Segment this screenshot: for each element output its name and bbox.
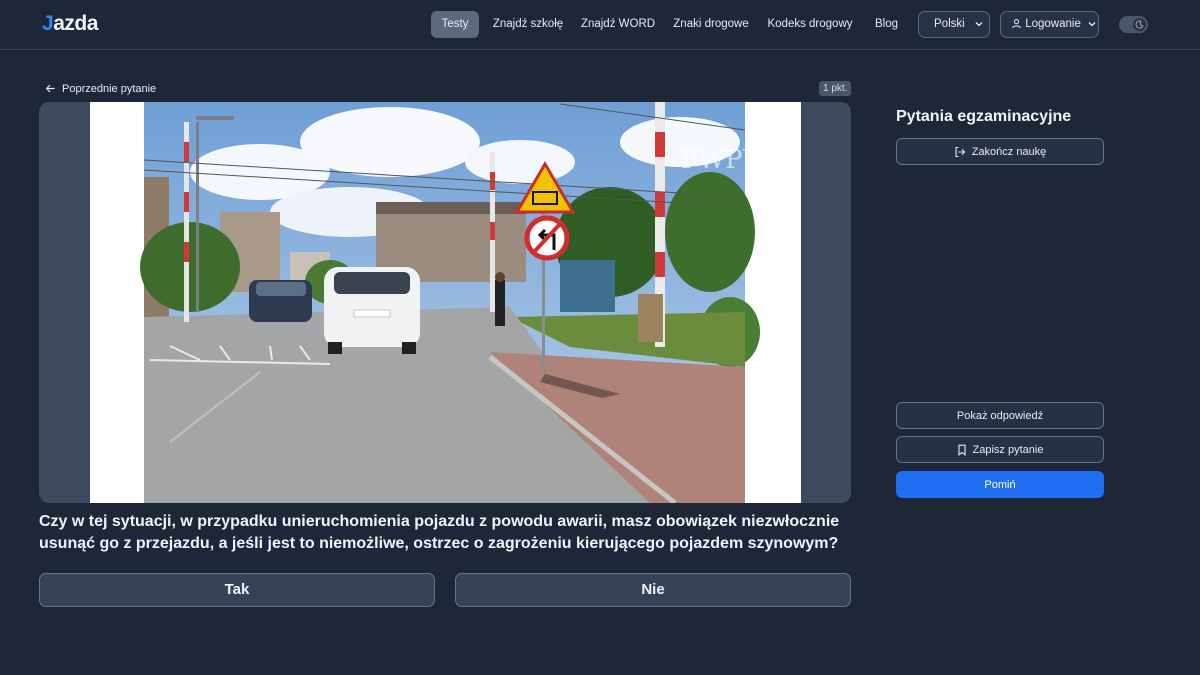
answer-tak-button[interactable]: Tak: [39, 573, 435, 607]
skip-button[interactable]: Pomiń: [896, 471, 1104, 498]
jazda-logo[interactable]: Jazda: [42, 12, 98, 36]
nav-item-znajdz-word[interactable]: Znajdź WORD: [580, 11, 656, 38]
login-label: Logowanie: [1025, 18, 1081, 30]
nav-item-testy[interactable]: Testy: [431, 11, 479, 38]
previous-question-label: Poprzednie pytanie: [62, 82, 157, 95]
show-answer-button[interactable]: Pokaż odpowiedź: [896, 402, 1104, 429]
logout-icon: [955, 146, 965, 157]
chevron-down-icon: [1088, 22, 1096, 27]
railway-crossing-photo: PWPW: [140, 102, 770, 503]
end-learning-label: Zakończ naukę: [971, 145, 1047, 158]
sidebar-title: Pytania egzaminacyjne: [896, 108, 1072, 125]
show-answer-label: Pokaż odpowiedź: [956, 409, 1044, 422]
user-icon: [1012, 19, 1021, 29]
bookmark-icon: [957, 444, 966, 456]
theme-toggle[interactable]: [1119, 16, 1148, 33]
question-text: Czy w tej sytuacji, w przypadku unieruch…: [39, 513, 840, 552]
language-dropdown[interactable]: Polski: [918, 11, 990, 38]
previous-question-link[interactable]: Poprzednie pytanie: [45, 81, 156, 96]
nav-item-znaki-drogowe[interactable]: Znaki drogowe: [671, 11, 751, 38]
nav-item-blog[interactable]: Blog: [869, 11, 904, 38]
top-navigation: Jazda Testy Znajdź szkołę Znajdź WORD Zn…: [0, 0, 1200, 50]
answer-nie-button[interactable]: Nie: [455, 573, 851, 607]
question-media-frame: PWPW: [39, 102, 851, 503]
language-label: Polski: [934, 18, 965, 30]
watermark-text: PWPW: [681, 145, 770, 175]
question-image: PWPW: [90, 102, 801, 503]
save-question-button[interactable]: Zapisz pytanie: [896, 436, 1104, 463]
arrow-left-icon: [45, 84, 55, 93]
nav-item-znajdz-szkole[interactable]: Znajdź szkołę: [490, 11, 566, 38]
nav-item-kodeks-drogowy[interactable]: Kodeks drogowy: [766, 11, 854, 38]
login-button[interactable]: Logowanie: [1000, 11, 1099, 38]
skip-label: Pomiń: [984, 478, 1016, 491]
moon-icon: [1133, 18, 1146, 31]
end-learning-button[interactable]: Zakończ naukę: [896, 138, 1104, 165]
chevron-down-icon: [975, 22, 983, 27]
save-question-label: Zapisz pytanie: [972, 443, 1044, 456]
points-badge: 1 pkt.: [819, 81, 852, 96]
